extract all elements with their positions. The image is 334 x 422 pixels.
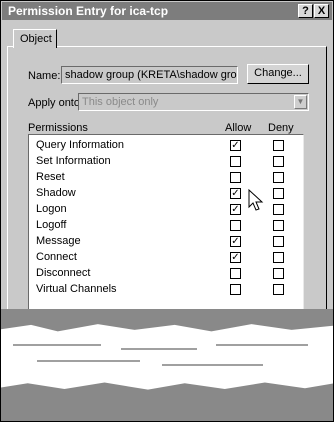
permission-name: Message xyxy=(36,235,81,247)
tab-object[interactable]: Object xyxy=(13,29,57,48)
permission-name: Virtual Channels xyxy=(36,283,117,295)
help-button[interactable]: ? xyxy=(298,4,313,18)
mouse-cursor-icon xyxy=(248,189,264,211)
permissions-list: Query Information ✓ Set Information Reset Sh… xyxy=(28,134,304,314)
deny-checkbox[interactable] xyxy=(273,268,284,279)
apply-onto-value: This object only xyxy=(82,96,159,108)
allow-checkbox[interactable]: ✓ xyxy=(230,236,241,247)
permission-row: Logoff xyxy=(29,218,303,234)
allow-checkbox[interactable] xyxy=(230,156,241,167)
permission-entry-dialog: Permission Entry for ica-tcp ? X Object … xyxy=(0,0,334,422)
allow-header: Allow xyxy=(225,122,252,134)
allow-checkbox[interactable]: ✓ xyxy=(230,204,241,215)
permission-name: Set Information xyxy=(36,155,111,167)
torn-page-edge xyxy=(1,309,333,421)
permission-row: Connect ✓ xyxy=(29,250,303,266)
permission-row: Disconnect xyxy=(29,266,303,282)
deny-checkbox[interactable] xyxy=(273,220,284,231)
allow-checkbox[interactable] xyxy=(230,284,241,295)
permission-row: Message ✓ xyxy=(29,234,303,250)
allow-checkbox[interactable]: ✓ xyxy=(230,188,241,199)
tab-object-label: Object xyxy=(20,33,52,45)
permission-name: Reset xyxy=(36,171,65,183)
permission-row: Virtual Channels xyxy=(29,282,303,298)
deny-checkbox[interactable] xyxy=(273,188,284,199)
window-title: Permission Entry for ica-tcp xyxy=(8,4,169,18)
name-label: Name: xyxy=(28,70,61,82)
allow-checkbox[interactable] xyxy=(230,268,241,279)
name-value: shadow group (KRETA\shadow group) xyxy=(65,69,238,81)
allow-checkbox[interactable] xyxy=(230,172,241,183)
permission-row: Set Information xyxy=(29,154,303,170)
allow-checkbox[interactable]: ✓ xyxy=(230,252,241,263)
deny-checkbox[interactable] xyxy=(273,156,284,167)
permission-name: Connect xyxy=(36,251,77,263)
deny-header: Deny xyxy=(268,122,294,134)
change-button[interactable]: Change... xyxy=(247,64,309,84)
permission-row: Query Information ✓ xyxy=(29,138,303,154)
close-button[interactable]: X xyxy=(314,4,329,18)
permission-name: Disconnect xyxy=(36,267,91,279)
deny-checkbox[interactable] xyxy=(273,284,284,295)
deny-checkbox[interactable] xyxy=(273,140,284,151)
name-field: shadow group (KRETA\shadow group) xyxy=(61,66,238,84)
chevron-down-icon[interactable]: ▼ xyxy=(294,95,307,109)
deny-checkbox[interactable] xyxy=(273,204,284,215)
allow-checkbox[interactable]: ✓ xyxy=(230,140,241,151)
permissions-header: Permissions xyxy=(28,122,88,134)
allow-checkbox[interactable] xyxy=(230,220,241,231)
permission-row: Reset xyxy=(29,170,303,186)
deny-checkbox[interactable] xyxy=(273,252,284,263)
apply-onto-select[interactable]: This object only ▼ xyxy=(78,93,309,111)
deny-checkbox[interactable] xyxy=(273,236,284,247)
title-bar: Permission Entry for ica-tcp ? X xyxy=(2,2,332,20)
permission-name: Logon xyxy=(36,203,67,215)
permission-name: Logoff xyxy=(36,219,67,231)
permission-name: Query Information xyxy=(36,139,125,151)
permission-name: Shadow xyxy=(36,187,76,199)
apply-onto-label: Apply onto: xyxy=(28,97,84,109)
deny-checkbox[interactable] xyxy=(273,172,284,183)
